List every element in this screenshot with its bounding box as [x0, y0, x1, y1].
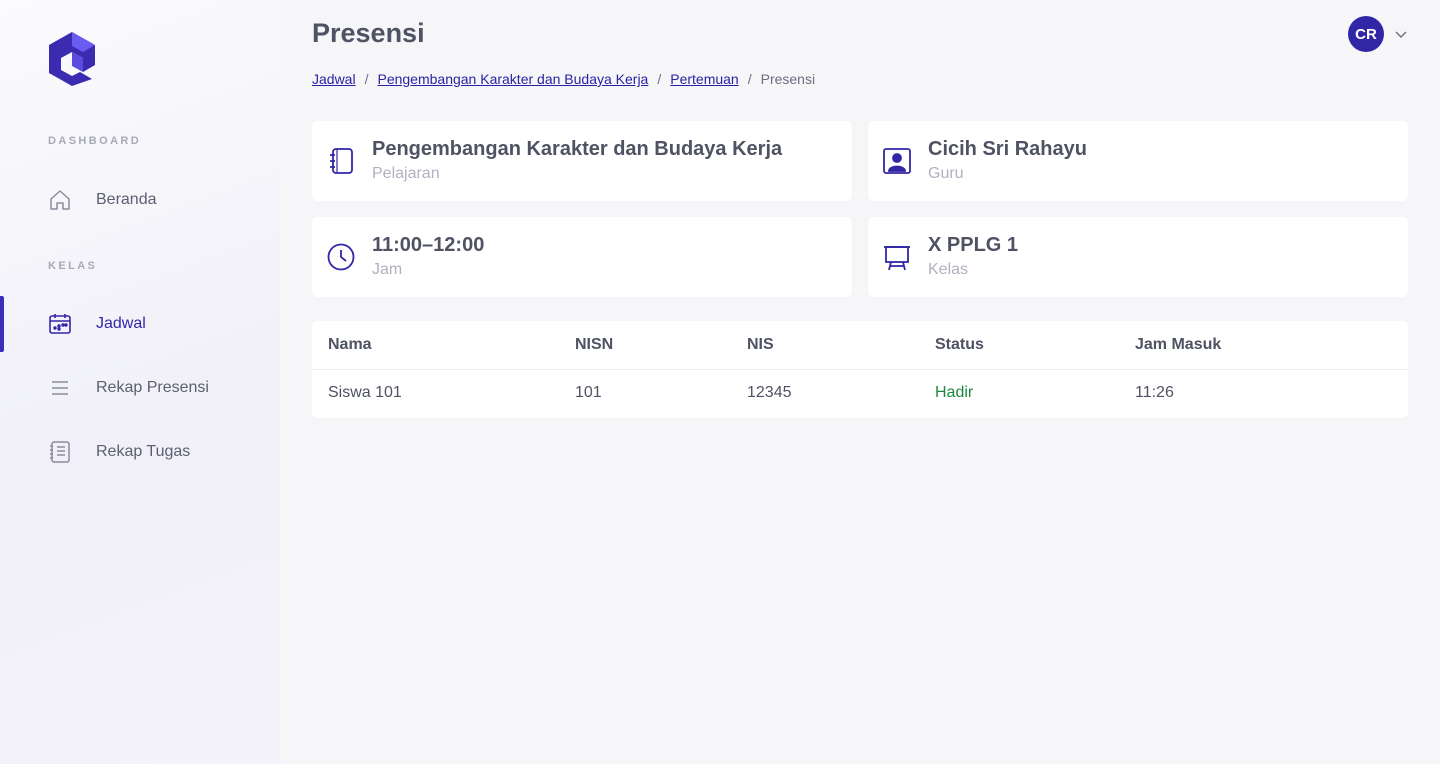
teacher-icon [883, 148, 911, 174]
card-subtitle: Jam [372, 261, 403, 278]
calendar-icon [49, 314, 71, 334]
sidebar-item-rekap-tugas[interactable]: Rekap Tugas [0, 424, 280, 480]
info-card-kelas: X PPLG 1 Kelas [868, 217, 1408, 297]
app-logo-icon[interactable] [48, 32, 96, 86]
breadcrumb-separator: / [657, 71, 662, 87]
column-header-nisn: NISN [559, 321, 731, 370]
sidebar-item-rekap-presensi[interactable]: Rekap Presensi [0, 360, 280, 416]
cell-nisn: 101 [575, 384, 602, 402]
breadcrumb: Jadwal / Pengembangan Karakter dan Buday… [312, 71, 815, 87]
card-title: 11:00–12:00 [372, 234, 485, 256]
breadcrumb-current: Presensi [760, 71, 816, 87]
card-subtitle: Guru [928, 165, 964, 182]
cell-nis: 12345 [747, 384, 792, 402]
table-header-row: Nama NISN NIS Status Jam Masuk [312, 321, 1408, 370]
card-subtitle: Pelajaran [372, 165, 440, 182]
cell-nama: Siswa 101 [328, 384, 402, 402]
sidebar: DASHBOARD Beranda KELAS Jadwal Rekap Pre… [0, 0, 280, 764]
card-subtitle: Kelas [928, 261, 969, 278]
sidebar-item-label: Jadwal [96, 315, 146, 332]
section-label-kelas: KELAS [48, 260, 98, 272]
card-title: Pengembangan Karakter dan Budaya Kerja [372, 138, 783, 160]
breadcrumb-link-pelajaran[interactable]: Pengembangan Karakter dan Budaya Kerja [377, 71, 648, 87]
sidebar-item-label: Rekap Presensi [96, 379, 209, 396]
page-title: Presensi [312, 18, 425, 48]
column-header-status: Status [919, 321, 1119, 370]
sidebar-item-label: Beranda [96, 191, 157, 208]
table-row: Siswa 101 101 12345 Hadir 11:26 [312, 369, 1408, 417]
section-label-dashboard: DASHBOARD [48, 135, 142, 147]
status-badge: Hadir [935, 384, 974, 402]
column-header-jam-masuk: Jam Masuk [1119, 321, 1408, 370]
list-icon [52, 381, 68, 395]
breadcrumb-link-pertemuan[interactable]: Pertemuan [670, 71, 738, 87]
easel-icon [884, 246, 910, 271]
cell-jam-masuk: 11:26 [1135, 384, 1174, 402]
breadcrumb-link-jadwal[interactable]: Jadwal [312, 71, 356, 87]
card-title: X PPLG 1 [928, 234, 1019, 256]
home-icon [50, 190, 70, 210]
breadcrumb-separator: / [364, 71, 369, 87]
card-title: Cicih Sri Rahayu [928, 138, 1087, 160]
avatar[interactable]: CR [1348, 16, 1384, 52]
notebook-icon [330, 148, 353, 174]
info-card-jam: 11:00–12:00 Jam [312, 217, 852, 297]
chevron-down-icon[interactable] [1394, 27, 1408, 41]
breadcrumb-separator: / [747, 71, 752, 87]
clock-icon [327, 243, 355, 271]
sidebar-item-jadwal[interactable]: Jadwal [0, 296, 280, 352]
column-header-nama: Nama [312, 321, 559, 370]
document-icon [50, 441, 70, 463]
attendance-table: Nama NISN NIS Status Jam Masuk Siswa 101… [312, 321, 1408, 418]
sidebar-item-label: Rekap Tugas [96, 443, 191, 460]
user-menu[interactable]: CR [1348, 16, 1408, 52]
info-card-guru: Cicih Sri Rahayu Guru [868, 121, 1408, 201]
info-card-pelajaran: Pengembangan Karakter dan Budaya Kerja P… [312, 121, 852, 201]
sidebar-item-beranda[interactable]: Beranda [0, 172, 280, 228]
column-header-nis: NIS [731, 321, 919, 370]
